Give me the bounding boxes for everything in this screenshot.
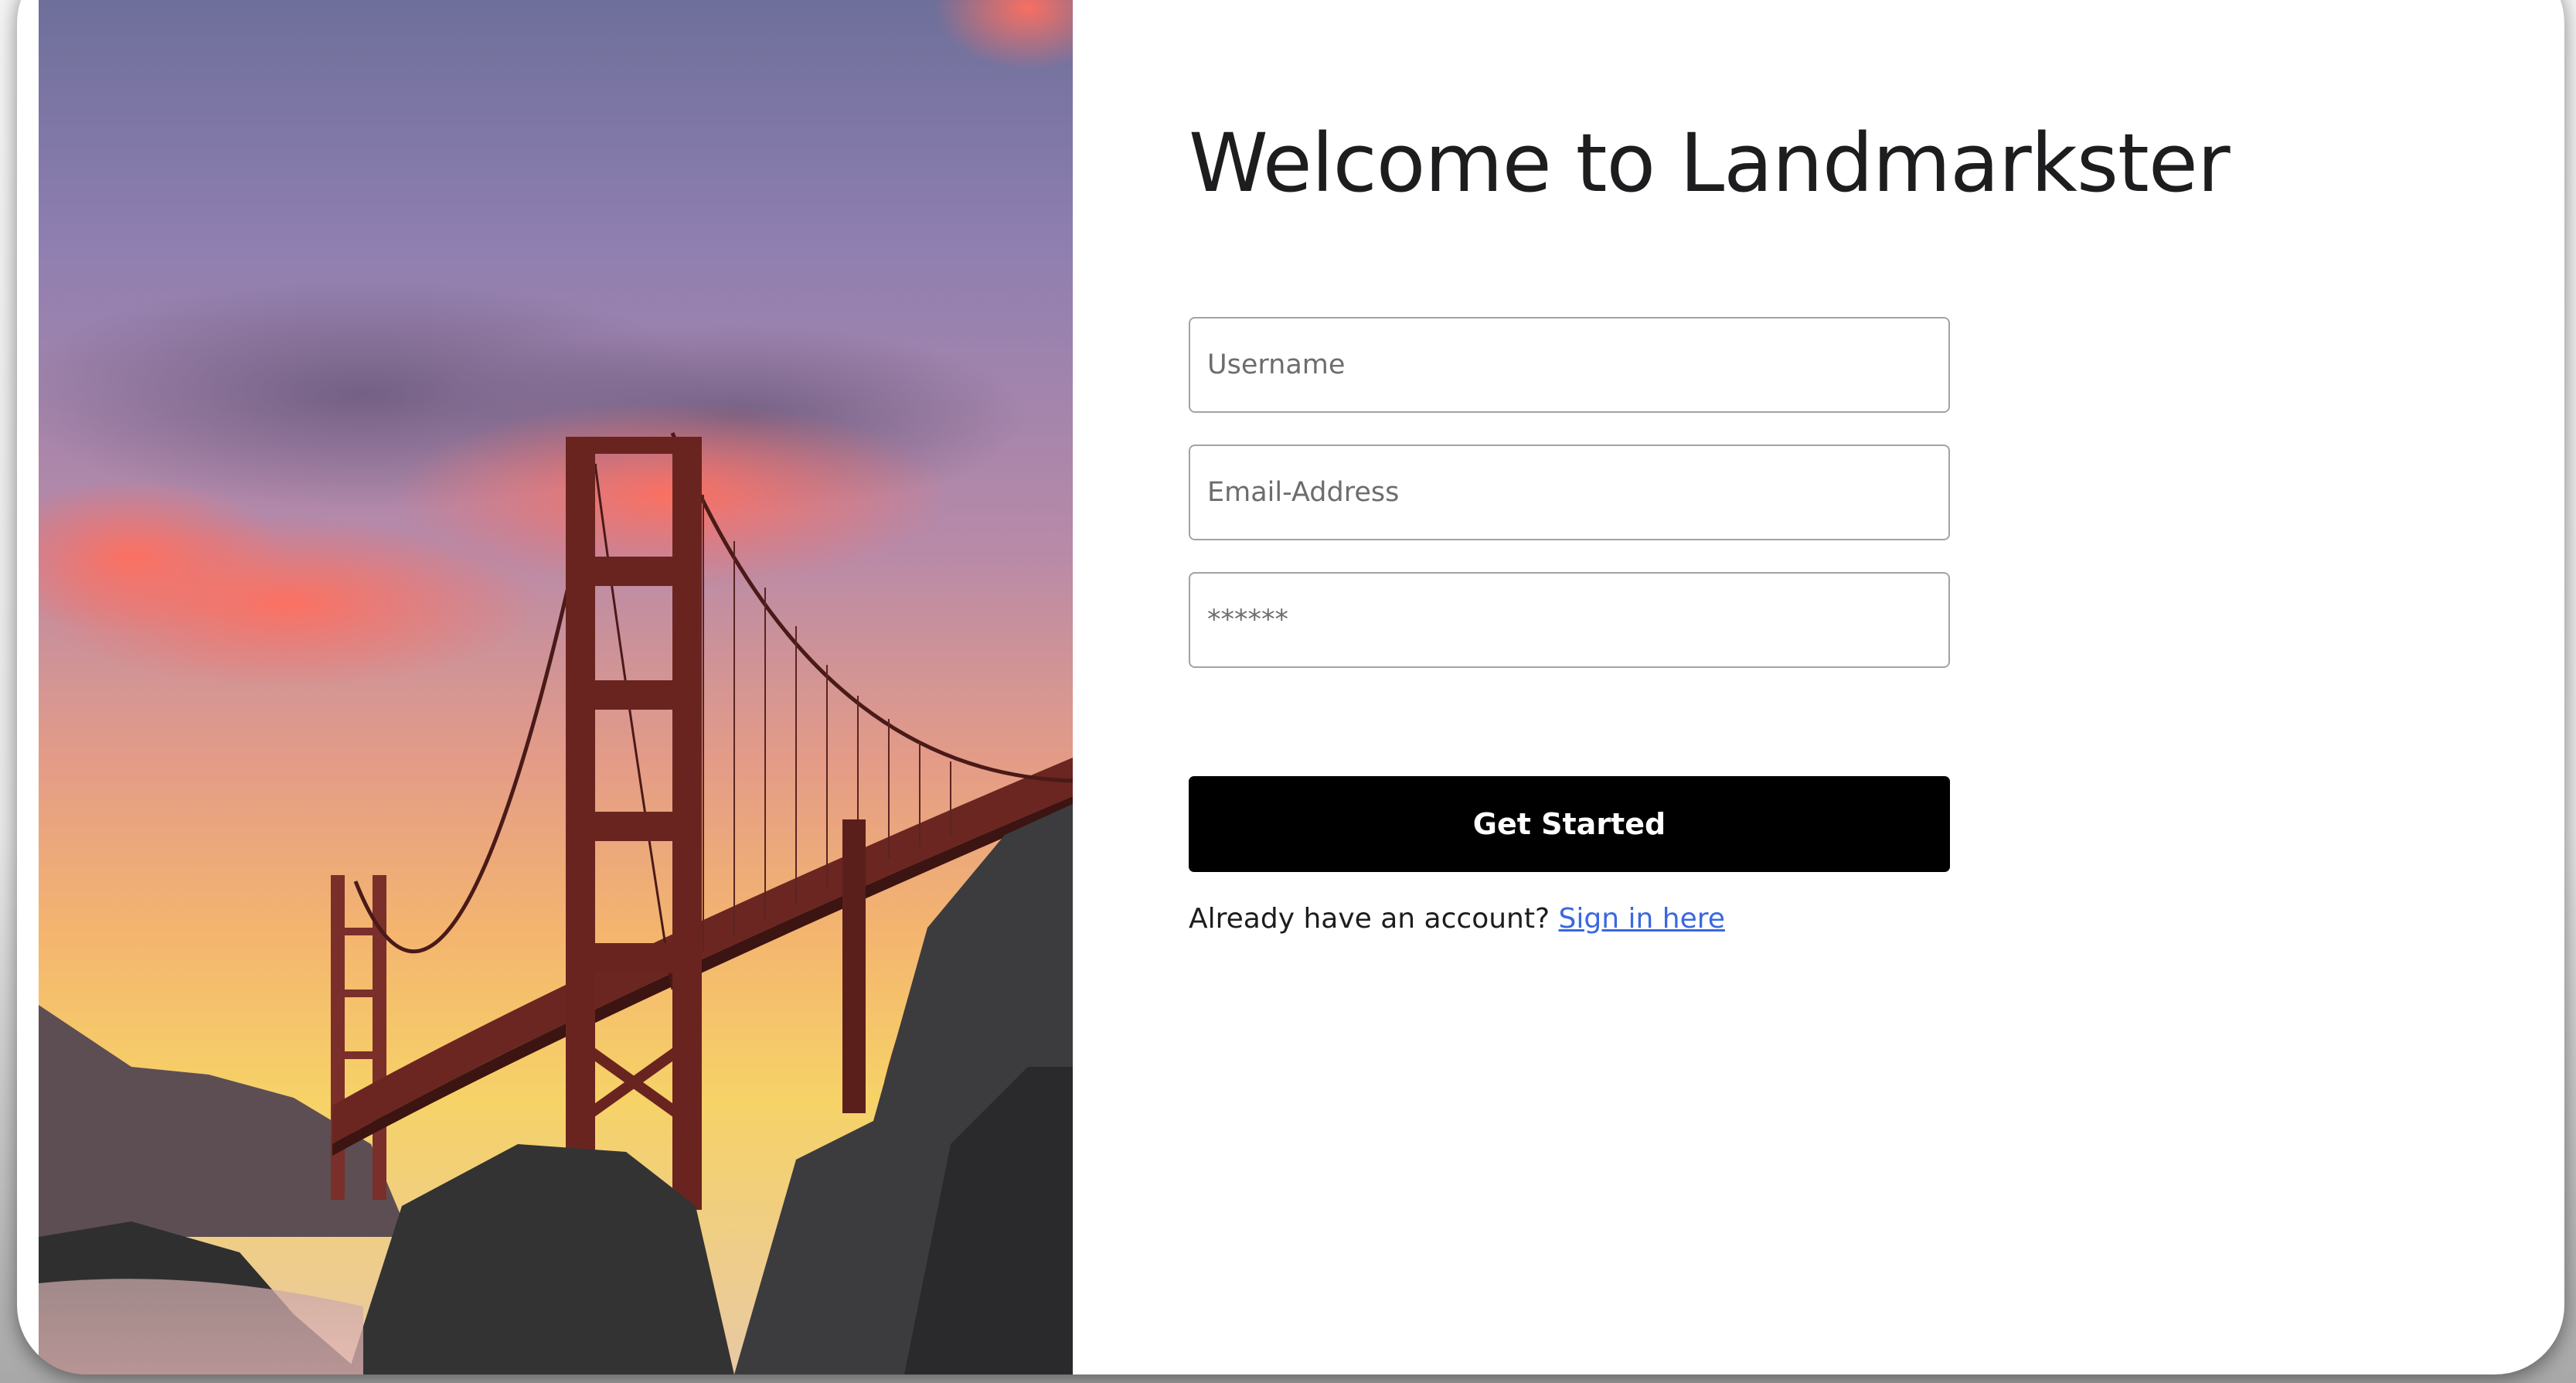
signup-panel: Welcome to Landmarkster Get Started Alre… [1073,0,2564,1374]
signin-prompt-text: Already have an account? [1189,903,1550,935]
get-started-button[interactable]: Get Started [1189,776,1950,872]
password-input[interactable] [1189,572,1950,668]
signup-card: Welcome to Landmarkster Get Started Alre… [17,0,2564,1374]
hero-image-golden-gate-bridge [39,0,1073,1374]
signin-prompt: Already have an account? Sign in here [1189,903,1725,935]
email-input[interactable] [1189,445,1950,540]
sign-in-link[interactable]: Sign in here [1559,903,1725,935]
page-title: Welcome to Landmarkster [1189,116,2231,210]
username-input[interactable] [1189,317,1950,413]
